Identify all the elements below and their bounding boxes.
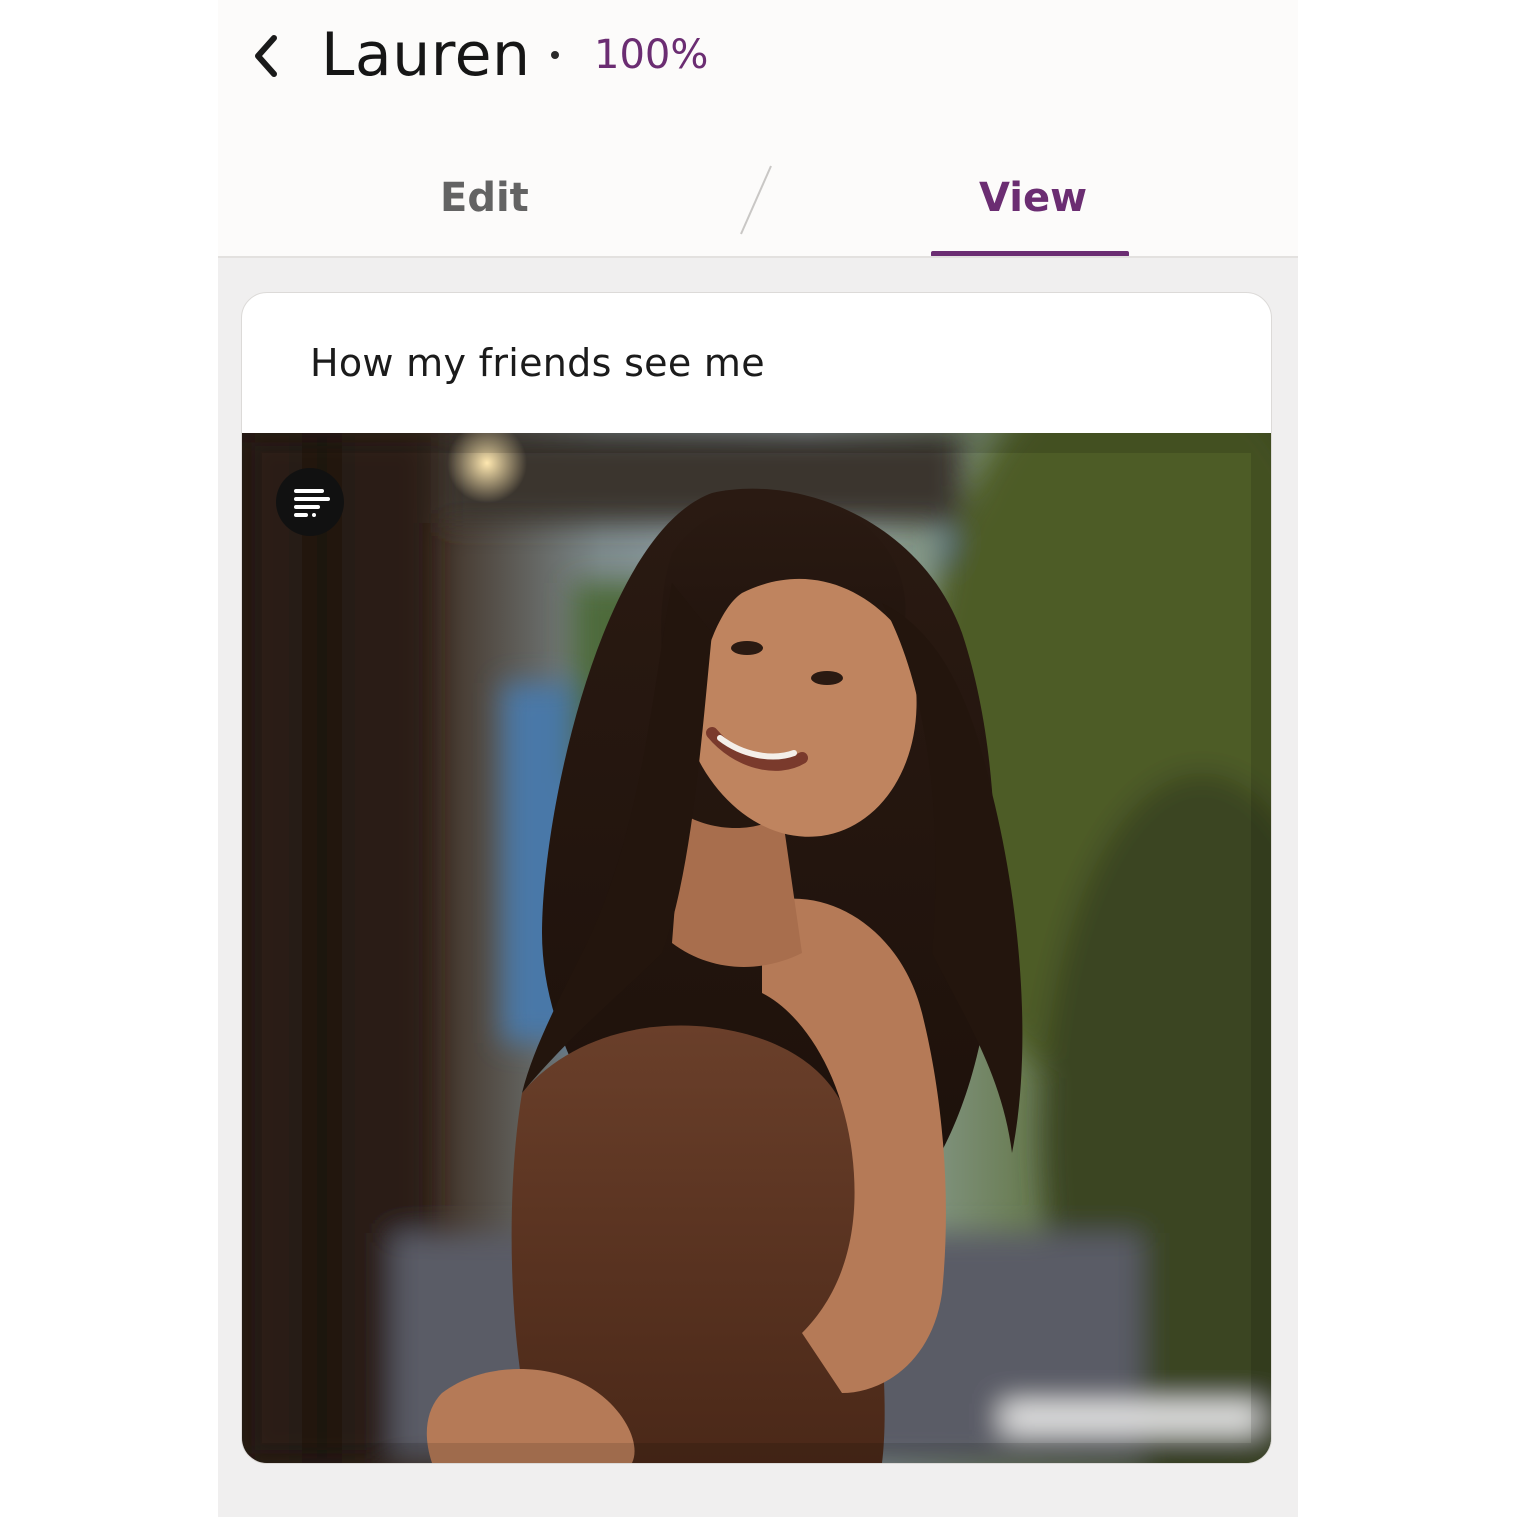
profile-name: Lauren	[321, 20, 531, 90]
tab-divider	[740, 165, 772, 235]
prompt-lines-icon	[294, 489, 330, 517]
profile-header: Lauren 100% Edit View	[218, 0, 1298, 258]
header-divider	[218, 256, 1298, 258]
chevron-left-icon	[255, 35, 277, 77]
profile-photo[interactable]	[242, 433, 1271, 1463]
photo-image	[242, 433, 1271, 1463]
back-button[interactable]	[244, 28, 288, 84]
profile-screen: Lauren 100% Edit View How my friends see…	[218, 0, 1298, 1517]
separator-dot	[551, 51, 559, 59]
prompt-badge[interactable]	[276, 468, 344, 536]
profile-completion: 100%	[594, 32, 709, 78]
prompt-title: How my friends see me	[310, 341, 765, 385]
photo-prompt-card: How my friends see me	[241, 292, 1272, 1464]
tab-view[interactable]: View	[979, 172, 1087, 224]
tab-edit[interactable]: Edit	[440, 172, 529, 224]
